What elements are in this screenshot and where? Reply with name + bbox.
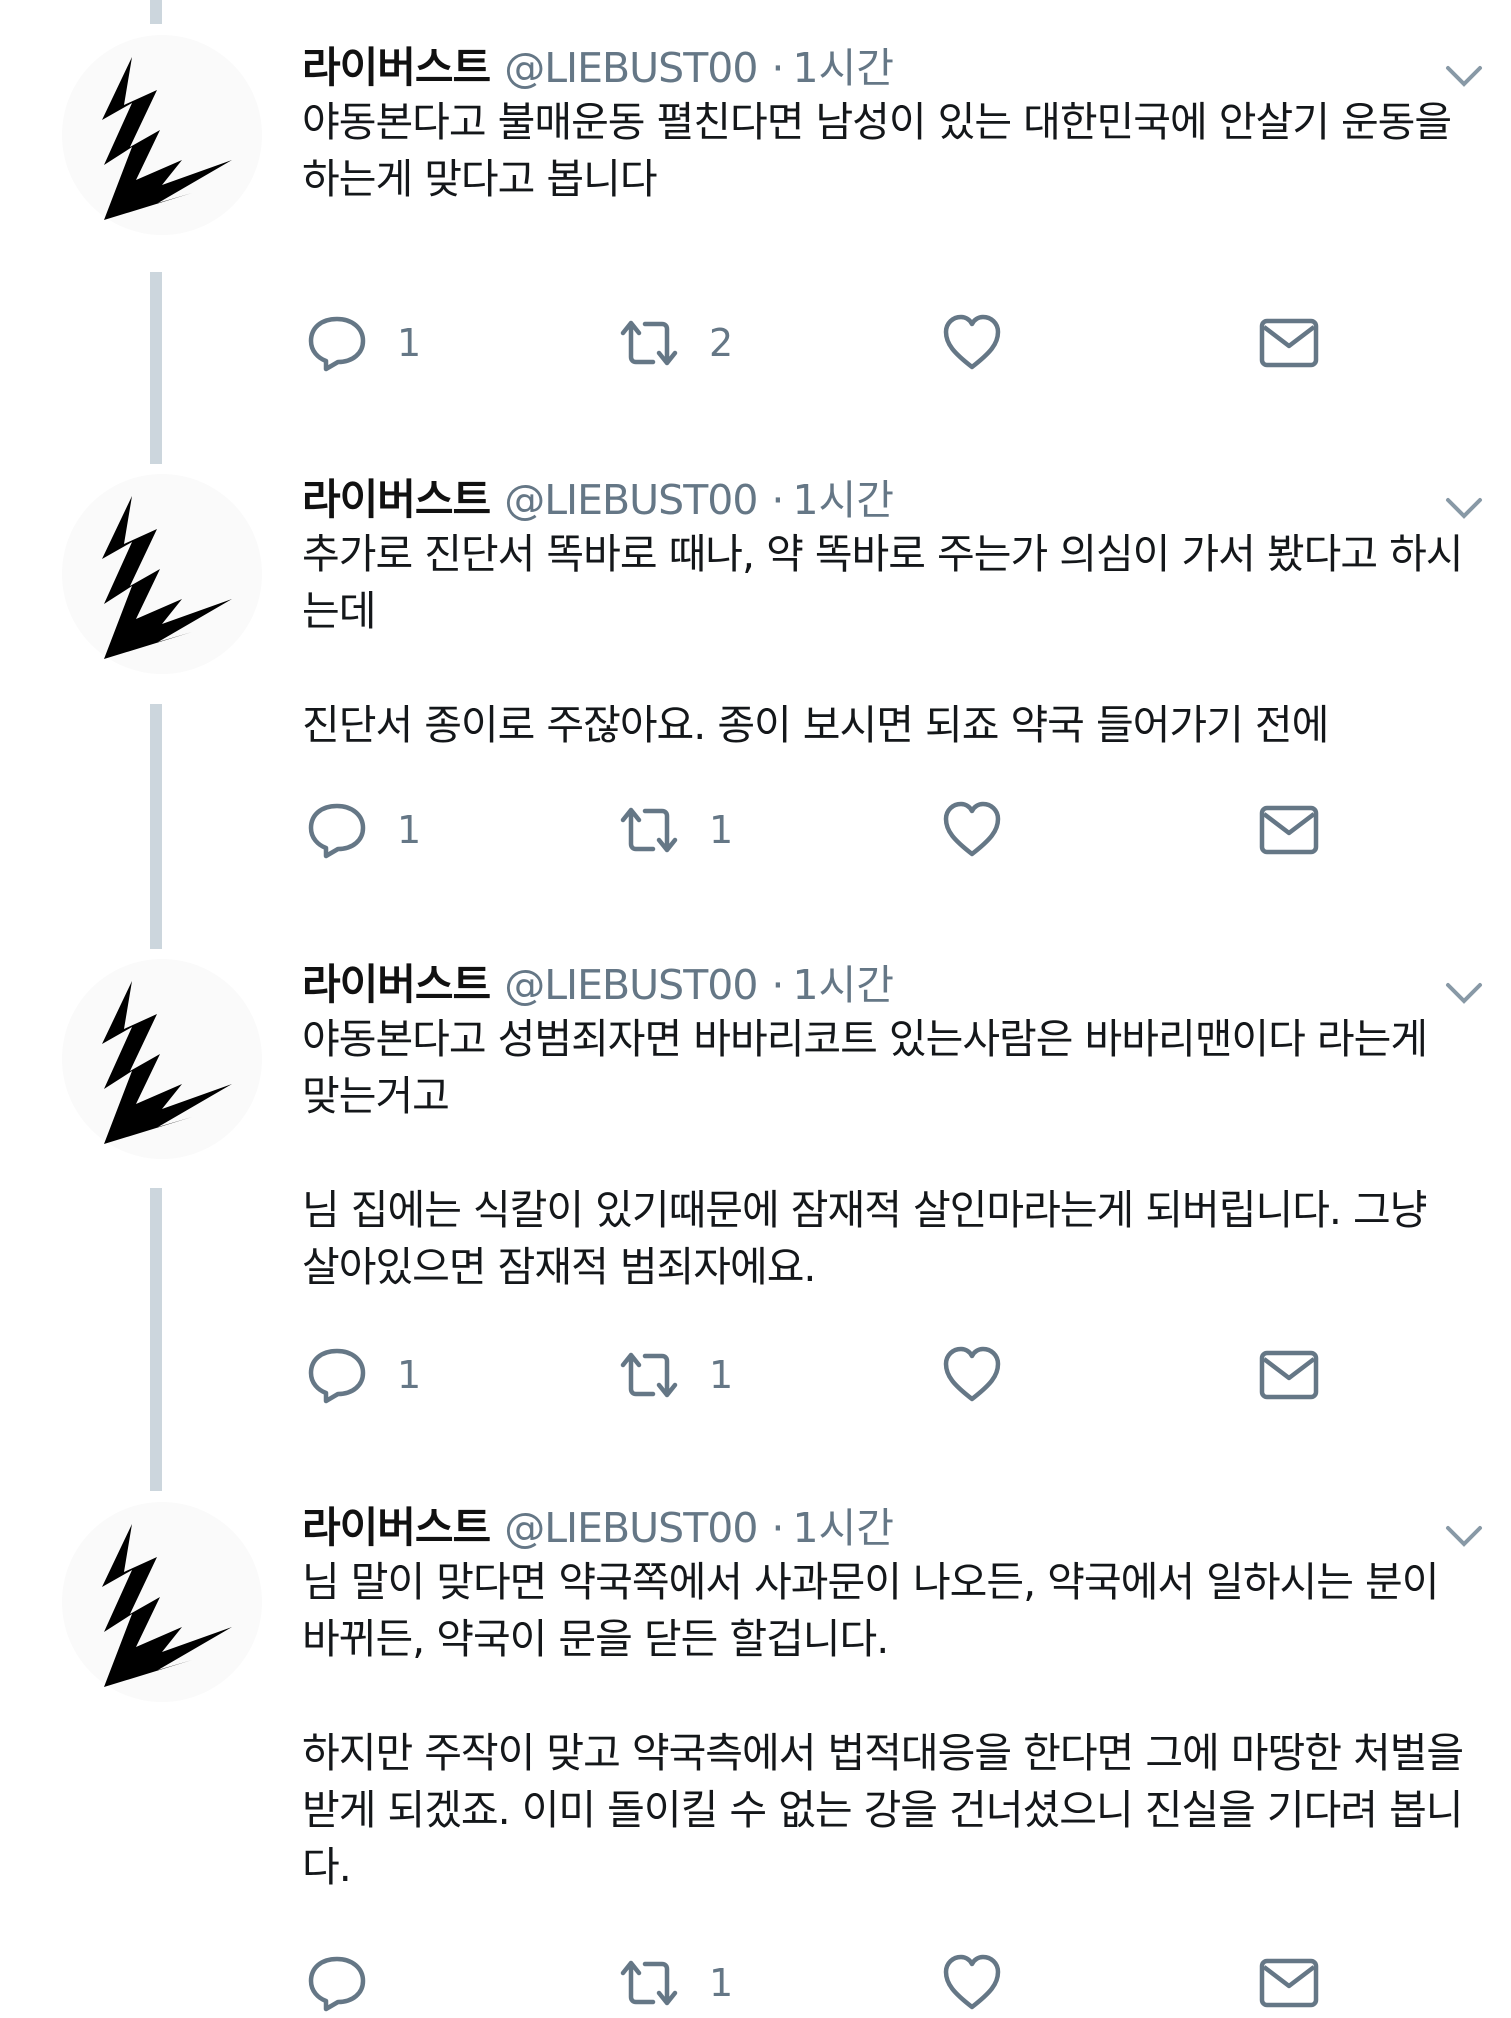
timestamp[interactable]: 1시간 bbox=[792, 961, 894, 1009]
reply-button[interactable]: 1 bbox=[305, 795, 421, 865]
lightning-bolt-icon bbox=[102, 57, 232, 220]
tweet-paragraph: 야동본다고 성범죄자면 바바리코트 있는사람은 바바리맨이다 라는게 맞는거고 bbox=[302, 1015, 1428, 1120]
retweet-icon bbox=[620, 320, 678, 366]
heart-icon bbox=[943, 1346, 1001, 1402]
retweet-count: 1 bbox=[709, 808, 734, 852]
reply-count: 1 bbox=[397, 1353, 422, 1397]
tweet-header: 라이버스트 @LIEBUST00 · 1시간 bbox=[302, 1494, 894, 1554]
reply-count: 1 bbox=[397, 321, 422, 365]
author-name[interactable]: 라이버스트 bbox=[302, 475, 491, 524]
tweet-text: 추가로 진단서 똑바로 때나, 약 똑바로 주는가 의심이 가서 봤다고 하시는… bbox=[302, 526, 1472, 754]
author-name[interactable]: 라이버스트 bbox=[302, 43, 491, 92]
like-button[interactable] bbox=[940, 1948, 1004, 2018]
action-bar: 1 bbox=[305, 1948, 1355, 2018]
chevron-down-icon[interactable] bbox=[1440, 52, 1488, 100]
retweet-button[interactable]: 1 bbox=[617, 1340, 733, 1410]
thread-line bbox=[150, 0, 162, 24]
reply-button[interactable] bbox=[305, 1948, 397, 2018]
reply-button[interactable]: 1 bbox=[305, 308, 421, 378]
retweet-icon bbox=[620, 807, 678, 853]
reply-button[interactable]: 1 bbox=[305, 1340, 421, 1410]
separator: · bbox=[771, 476, 785, 524]
separator: · bbox=[771, 1504, 785, 1552]
avatar[interactable] bbox=[62, 1502, 262, 1702]
tweet-header: 라이버스트 @LIEBUST00 · 1시간 bbox=[302, 951, 894, 1011]
lightning-bolt-icon bbox=[102, 1524, 232, 1687]
action-bar: 1 2 bbox=[305, 308, 1355, 378]
retweet-icon bbox=[620, 1352, 678, 1398]
reply-icon bbox=[308, 803, 366, 859]
action-bar: 1 1 bbox=[305, 795, 1355, 865]
heart-icon bbox=[943, 314, 1001, 370]
chevron-down-icon[interactable] bbox=[1440, 969, 1488, 1017]
tweet-text: 야동본다고 불매운동 펼친다면 남성이 있는 대한민국에 안살기 운동을 하는게… bbox=[302, 94, 1472, 208]
reply-count: 1 bbox=[397, 808, 422, 852]
tweet-paragraph: 님 집에는 식칼이 있기때문에 잠재적 살인마라는게 되버립니다. 그냥 살아있… bbox=[302, 1186, 1427, 1291]
author-name[interactable]: 라이버스트 bbox=[302, 960, 491, 1009]
like-button[interactable] bbox=[940, 1340, 1004, 1410]
author-handle[interactable]: @LIEBUST00 bbox=[504, 476, 758, 524]
reply-icon bbox=[308, 1956, 366, 2012]
like-button[interactable] bbox=[940, 308, 1004, 378]
reply-icon bbox=[308, 316, 366, 372]
heart-icon bbox=[943, 1954, 1001, 2010]
chevron-down-icon[interactable] bbox=[1440, 1512, 1488, 1560]
tweet-paragraph: 님 말이 맞다면 약국쪽에서 사과문이 나오든, 약국에서 일하시는 분이 바뀌… bbox=[302, 1558, 1439, 1663]
retweet-button[interactable]: 1 bbox=[617, 795, 733, 865]
heart-icon bbox=[943, 801, 1001, 857]
timestamp[interactable]: 1시간 bbox=[792, 1504, 894, 1552]
avatar[interactable] bbox=[62, 959, 262, 1159]
separator: · bbox=[771, 961, 785, 1009]
direct-message-button[interactable] bbox=[1257, 795, 1321, 865]
tweet-paragraph: 추가로 진단서 똑바로 때나, 약 똑바로 주는가 의심이 가서 봤다고 하시는… bbox=[302, 530, 1464, 635]
tweet-paragraph: 하지만 주작이 맞고 약국측에서 법적대응을 한다면 그에 마땅한 처벌을 받게… bbox=[302, 1729, 1464, 1891]
chevron-down-icon[interactable] bbox=[1440, 484, 1488, 532]
thread-line bbox=[150, 1188, 162, 1491]
direct-message-button[interactable] bbox=[1257, 1948, 1321, 2018]
thread-line bbox=[150, 272, 162, 464]
avatar[interactable] bbox=[62, 474, 262, 674]
tweet-header: 라이버스트 @LIEBUST00 · 1시간 bbox=[302, 34, 894, 94]
lightning-bolt-icon bbox=[102, 496, 232, 659]
envelope-icon bbox=[1259, 318, 1319, 368]
avatar[interactable] bbox=[62, 35, 262, 235]
thread-line bbox=[150, 704, 162, 949]
direct-message-button[interactable] bbox=[1257, 1340, 1321, 1410]
author-handle[interactable]: @LIEBUST00 bbox=[504, 44, 758, 92]
envelope-icon bbox=[1259, 1350, 1319, 1400]
tweet-paragraph: 야동본다고 불매운동 펼친다면 남성이 있는 대한민국에 안살기 운동을 하는게… bbox=[302, 98, 1452, 203]
retweet-icon bbox=[620, 1960, 678, 2006]
retweet-button[interactable]: 1 bbox=[617, 1948, 733, 2018]
separator: · bbox=[771, 44, 785, 92]
retweet-count: 1 bbox=[709, 1961, 734, 2005]
like-button[interactable] bbox=[940, 795, 1004, 865]
envelope-icon bbox=[1259, 805, 1319, 855]
author-name[interactable]: 라이버스트 bbox=[302, 1503, 491, 1552]
tweet-header: 라이버스트 @LIEBUST00 · 1시간 bbox=[302, 466, 894, 526]
action-bar: 1 1 bbox=[305, 1340, 1355, 1410]
reply-icon bbox=[308, 1348, 366, 1404]
timestamp[interactable]: 1시간 bbox=[792, 44, 894, 92]
retweet-button[interactable]: 2 bbox=[617, 308, 733, 378]
author-handle[interactable]: @LIEBUST00 bbox=[504, 961, 758, 1009]
timestamp[interactable]: 1시간 bbox=[792, 476, 894, 524]
direct-message-button[interactable] bbox=[1257, 308, 1321, 378]
tweet-text: 님 말이 맞다면 약국쪽에서 사과문이 나오든, 약국에서 일하시는 분이 바뀌… bbox=[302, 1554, 1472, 1896]
retweet-count: 2 bbox=[709, 321, 734, 365]
envelope-icon bbox=[1259, 1958, 1319, 2008]
retweet-count: 1 bbox=[709, 1353, 734, 1397]
lightning-bolt-icon bbox=[102, 981, 232, 1144]
tweet-paragraph: 진단서 종이로 주잖아요. 종이 보시면 되죠 약국 들어가기 전에 bbox=[302, 701, 1329, 749]
tweet-text: 야동본다고 성범죄자면 바바리코트 있는사람은 바바리맨이다 라는게 맞는거고 … bbox=[302, 1011, 1472, 1296]
author-handle[interactable]: @LIEBUST00 bbox=[504, 1504, 758, 1552]
